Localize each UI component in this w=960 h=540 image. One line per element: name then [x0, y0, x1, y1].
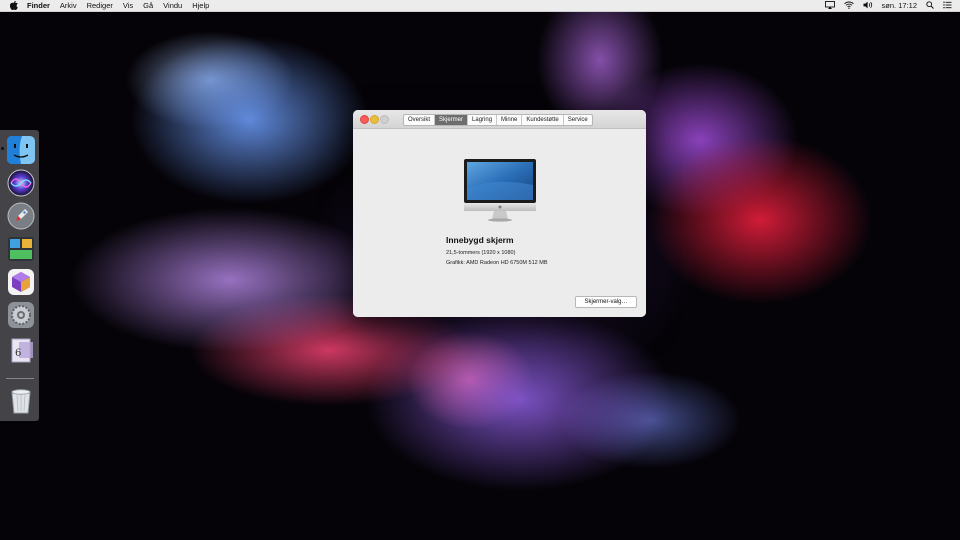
dock-separator	[6, 378, 34, 379]
zoom-button	[380, 115, 389, 124]
menu-rediger[interactable]: Rediger	[87, 1, 113, 10]
siri-icon[interactable]	[7, 169, 35, 197]
spotlight-icon[interactable]	[926, 0, 934, 11]
tab-minne[interactable]: Minne	[497, 115, 523, 125]
tab-oversikt[interactable]: Oversikt	[404, 115, 436, 125]
display-graphics: Grafikk: AMD Radeon HD 6750M 512 MB	[446, 260, 548, 266]
notification-center-icon[interactable]	[943, 1, 952, 11]
tab-skjermer[interactable]: Skjermer	[435, 115, 469, 125]
menu-ga[interactable]: Gå	[143, 1, 153, 10]
tab-lagring[interactable]: Lagring	[468, 115, 498, 125]
display-preferences-button[interactable]: Skjermer-valg…	[575, 296, 637, 308]
launchpad-icon[interactable]	[7, 202, 35, 230]
tab-service[interactable]: Service	[564, 115, 592, 125]
display-title: Innebygd skjerm	[446, 235, 514, 245]
menu-vis[interactable]: Vis	[123, 1, 133, 10]
imac-display-icon	[463, 159, 537, 228]
mission-control-icon[interactable]	[7, 235, 35, 263]
display-size: 21,5-tommers (1920 x 1080)	[446, 250, 516, 256]
menu-hjelp[interactable]: Hjelp	[192, 1, 209, 10]
menu-bar: Finder Arkiv Rediger Vis Gå Vindu Hjelp …	[0, 0, 960, 12]
apple-menu-icon[interactable]	[9, 1, 19, 11]
trash-icon[interactable]	[7, 386, 35, 414]
finder-running-indicator	[1, 147, 4, 150]
menu-app-name[interactable]: Finder	[27, 1, 50, 10]
menu-clock[interactable]: søn. 17:12	[882, 1, 917, 10]
document-icon[interactable]: 6	[7, 336, 35, 364]
app-icon[interactable]	[7, 268, 35, 296]
tab-kundestotte[interactable]: Kundestøtte	[522, 115, 564, 125]
about-this-mac-window: Oversikt Skjermer Lagring Minne Kundestø…	[353, 110, 646, 317]
menu-vindu[interactable]: Vindu	[163, 1, 182, 10]
airplay-icon[interactable]	[824, 0, 835, 11]
minimize-button[interactable]	[370, 115, 379, 124]
volume-icon[interactable]	[863, 1, 873, 11]
window-content: Innebygd skjerm 21,5-tommers (1920 x 108…	[353, 129, 646, 317]
window-titlebar[interactable]: Oversikt Skjermer Lagring Minne Kundestø…	[353, 110, 646, 129]
gear-icon[interactable]	[7, 301, 35, 329]
wifi-icon[interactable]	[843, 1, 854, 11]
menu-arkiv[interactable]: Arkiv	[60, 1, 77, 10]
finder-icon[interactable]	[7, 136, 35, 164]
tab-bar: Oversikt Skjermer Lagring Minne Kundestø…	[403, 114, 593, 126]
dock: 6	[0, 130, 39, 421]
close-button[interactable]	[360, 115, 369, 124]
svg-text:6: 6	[15, 348, 21, 359]
